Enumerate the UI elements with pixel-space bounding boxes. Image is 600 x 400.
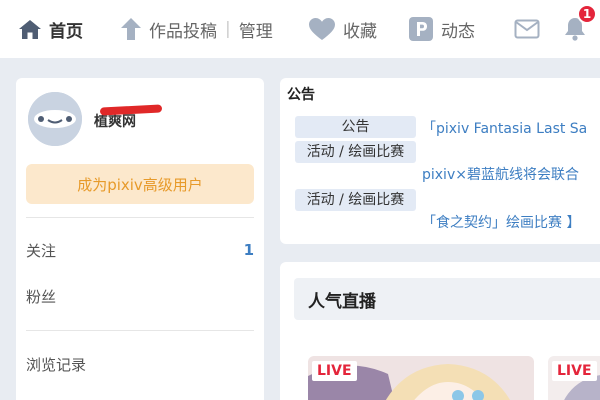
followers-label: 粉丝 xyxy=(26,287,57,306)
divider xyxy=(26,217,254,218)
popular-live-title: 人气直播 xyxy=(294,278,600,320)
redaction-mark xyxy=(99,104,163,116)
following-row[interactable]: 关注 1 xyxy=(26,238,254,262)
popular-live-card: 人气直播 LIVE LIVE xyxy=(280,262,600,400)
announcement-tag: 公告 xyxy=(295,116,416,138)
default-avatar-icon xyxy=(28,92,82,146)
nav-manage-link[interactable]: 管理 xyxy=(239,17,273,42)
history-label: 浏览记录 xyxy=(26,355,87,374)
announcement-tag: 活动 / 绘画比赛 xyxy=(295,141,416,163)
nav-submit[interactable]: 作品投稿 | 管理 xyxy=(120,14,273,44)
announcement-link[interactable]: pixiv×碧蓝航线将会联合 xyxy=(422,164,579,184)
nav-favorites[interactable]: 收藏 xyxy=(308,14,377,44)
nav-activity[interactable]: 动态 xyxy=(408,14,475,44)
following-label: 关注 xyxy=(26,241,57,260)
live-badge: LIVE xyxy=(552,361,597,381)
announcement-tag: 活动 / 绘画比赛 xyxy=(295,189,416,211)
announcement-card: 公告 公告 「pixiv Fantasia Last Sa 活动 / 绘画比赛 … xyxy=(280,78,600,244)
divider xyxy=(26,330,254,331)
nav-activity-label: 动态 xyxy=(441,21,475,42)
nav-home[interactable]: 首页 xyxy=(18,14,83,44)
announcement-title: 公告 xyxy=(287,87,315,103)
nav-home-label: 首页 xyxy=(49,21,83,42)
notification-count-badge: 1 xyxy=(577,4,597,24)
premium-upgrade-button[interactable]: 成为pixiv高级用户 xyxy=(26,164,254,204)
announcement-link[interactable]: 「食之契约」绘画比赛 】 xyxy=(422,212,580,232)
history-row[interactable]: 浏览记录 xyxy=(26,352,254,376)
nav-separator: | xyxy=(225,19,231,39)
announcement-link[interactable]: 「pixiv Fantasia Last Sa xyxy=(422,118,587,138)
avatar[interactable] xyxy=(28,92,82,146)
nav-messages[interactable] xyxy=(514,14,540,44)
home-icon xyxy=(19,20,41,39)
top-navigation-bar: 首页 作品投稿 | 管理 收藏 动态 1 xyxy=(0,0,600,58)
live-badge: LIVE xyxy=(312,361,357,381)
mail-icon xyxy=(514,19,540,39)
nav-notifications[interactable]: 1 xyxy=(563,4,597,44)
live-thumbnail[interactable]: LIVE xyxy=(308,356,534,400)
profile-card: 植爽网 成为pixiv高级用户 关注 1 粉丝 浏览记录 xyxy=(16,78,264,400)
nav-favorites-label: 收藏 xyxy=(343,21,377,42)
following-count: 1 xyxy=(243,241,254,259)
upload-arrow-icon xyxy=(121,18,141,40)
live-thumbnail[interactable]: LIVE xyxy=(548,356,600,400)
nav-submit-label: 作品投稿 xyxy=(149,21,217,42)
heart-icon xyxy=(309,18,335,40)
pixiv-p-icon xyxy=(409,17,433,41)
followers-row[interactable]: 粉丝 xyxy=(26,284,254,308)
